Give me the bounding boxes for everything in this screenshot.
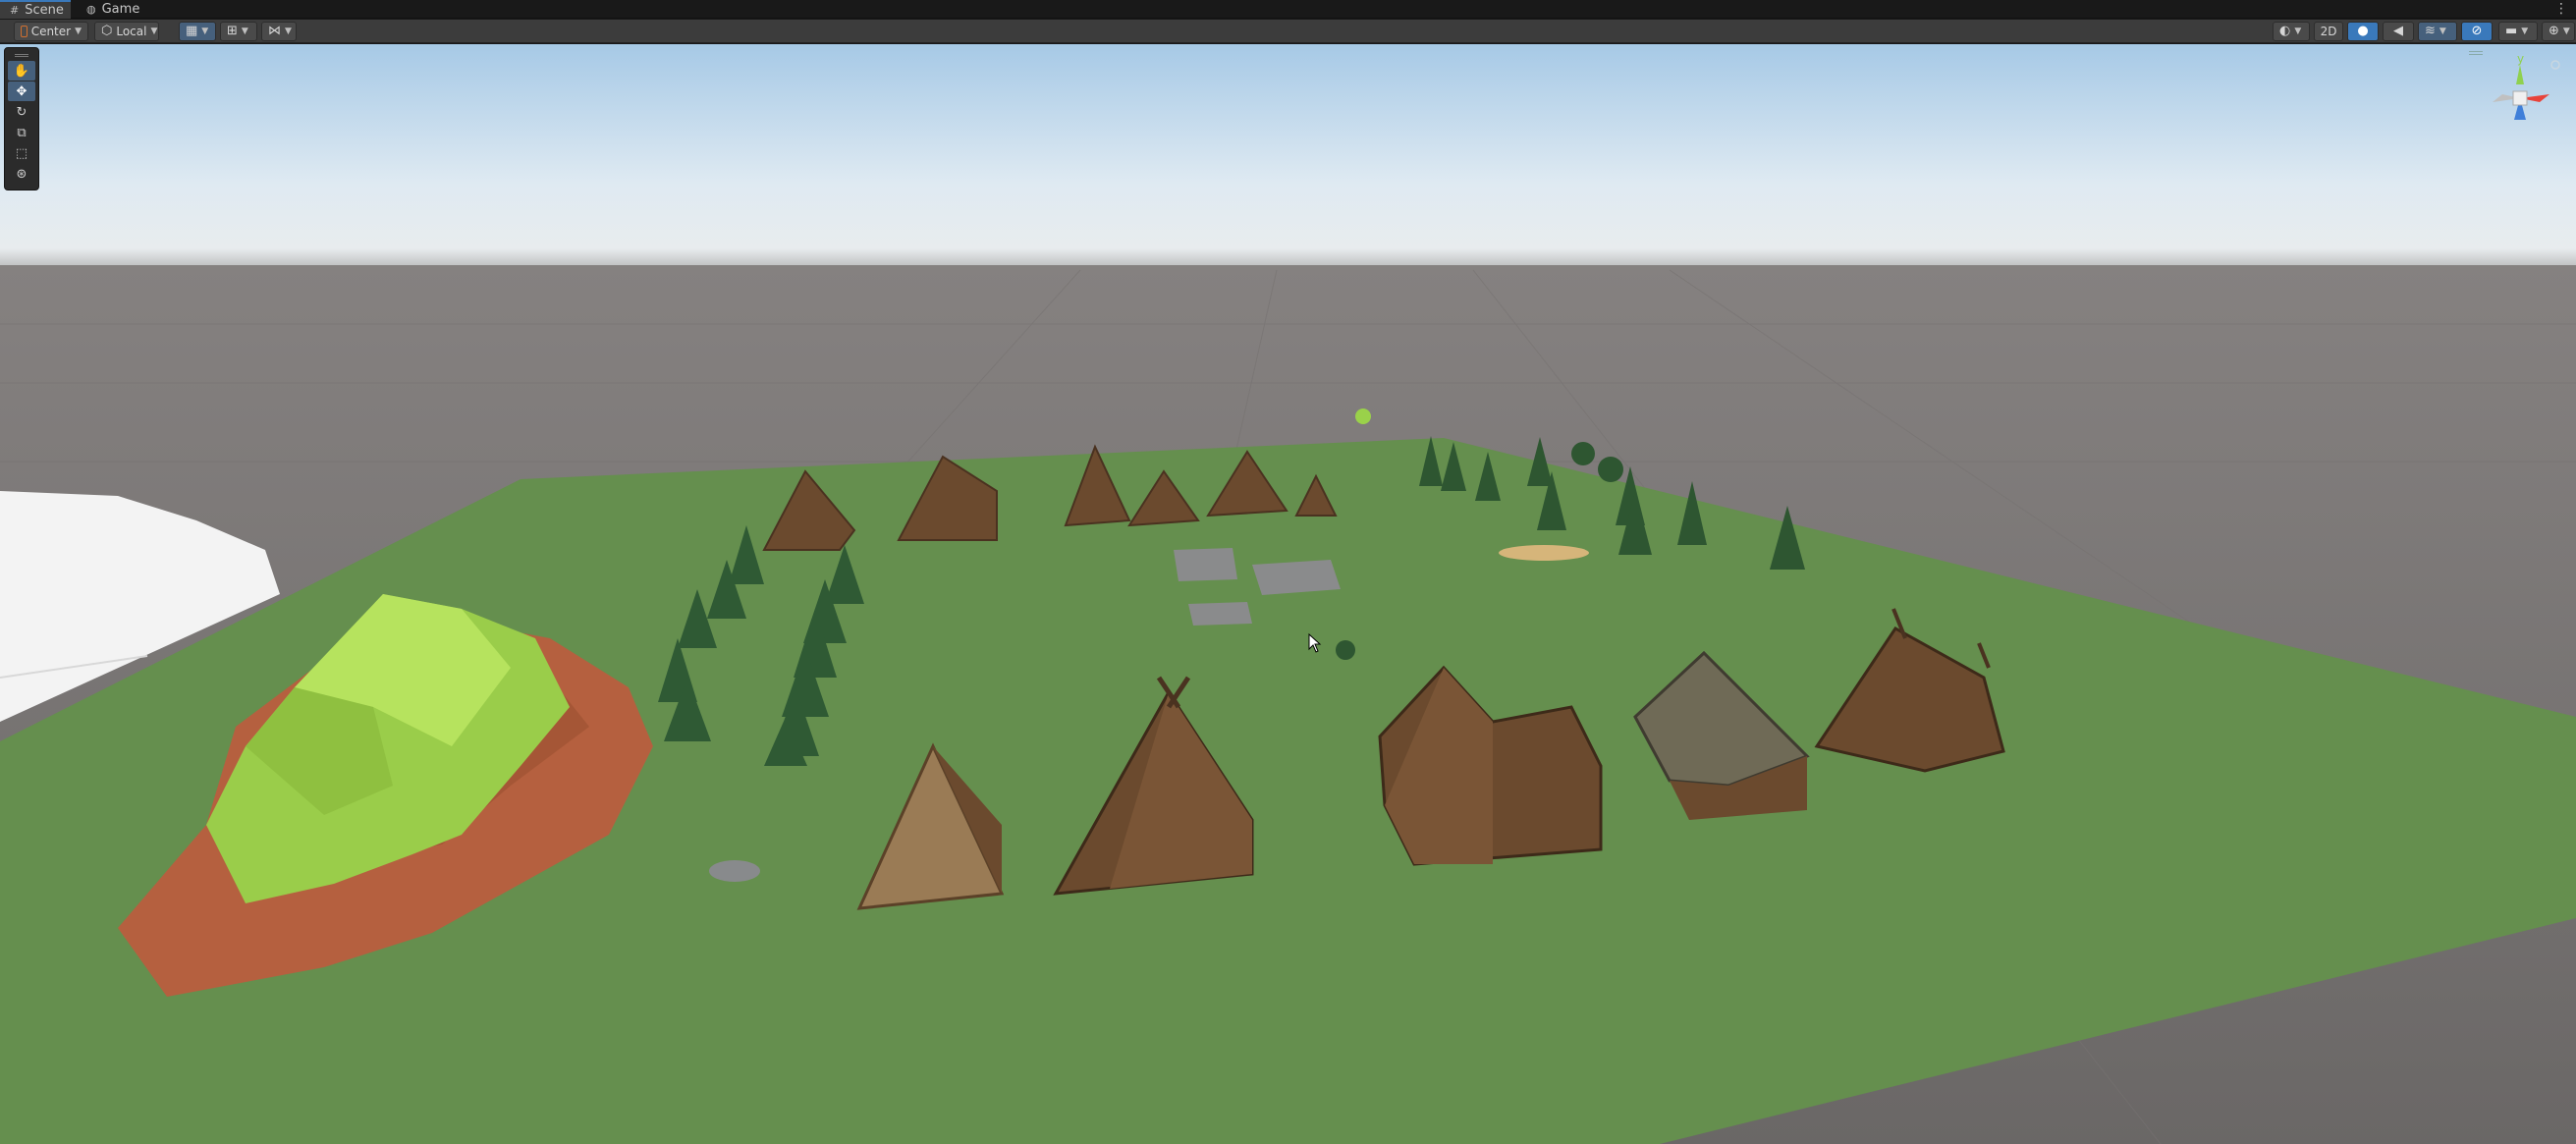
draw-mode-dropdown[interactable]: ◐ ▼ — [2273, 22, 2310, 41]
sky — [0, 44, 2576, 300]
grid-icon: ⊞ — [227, 24, 238, 38]
scene-toolbar: Center ▼ ⬡ Local ▼ ▦ ▼ ⊞ ▼ ⋈ ▼ ◐ ▼ 2D ● … — [0, 20, 2576, 43]
view-tab-bar: # Scene ◍ Game ⋮ — [0, 0, 2576, 19]
tab-scene[interactable]: # Scene — [0, 0, 71, 19]
palette-grip[interactable] — [15, 54, 28, 57]
camera-settings-dropdown[interactable]: ▬ ▼ — [2498, 22, 2538, 41]
scene-render — [0, 44, 2576, 1144]
hand-icon: ✋ — [13, 63, 30, 79]
grid-snapping-toggle[interactable]: ▦ ▼ — [179, 22, 216, 41]
pivot-center-dropdown[interactable]: Center ▼ — [14, 22, 88, 41]
light-bulb-icon: ● — [2357, 24, 2369, 38]
effects-layers-icon: ≋ — [2425, 24, 2436, 38]
snap-increment-icon: ⋈ — [268, 24, 281, 38]
chevron-down-icon: ▼ — [75, 27, 82, 36]
shaded-sphere-icon: ◐ — [2279, 24, 2291, 38]
chevron-down-icon: ▼ — [150, 27, 158, 36]
tab-scene-label: Scene — [25, 3, 64, 18]
rect-transform-icon: ⬚ — [15, 145, 28, 161]
more-options-icon[interactable]: ⋮ — [2554, 0, 2568, 19]
gizmo-center-cube[interactable] — [2512, 90, 2528, 106]
transform-icon: ⊛ — [16, 166, 27, 182]
scene-grid-icon: # — [10, 3, 20, 17]
chevron-down-icon: ▼ — [2294, 27, 2302, 36]
chevron-down-icon: ▼ — [285, 27, 292, 36]
rotate-icon: ↻ — [16, 104, 27, 120]
rock — [709, 860, 760, 882]
chevron-down-icon: ▼ — [201, 27, 209, 36]
gizmo-globe-icon: ⊕ — [2549, 24, 2559, 38]
toggle-2d-button[interactable]: 2D — [2314, 22, 2343, 41]
chevron-down-icon: ▼ — [241, 27, 248, 36]
tab-game[interactable]: ◍ Game — [77, 0, 145, 19]
transform-tools-palette: ✋ ✥ ↻ ⧉ ⬚ ⊛ — [4, 47, 39, 191]
scale-tool-button[interactable]: ⧉ — [8, 123, 35, 142]
local-space-icon: ⬡ — [101, 24, 113, 38]
gizmos-dropdown[interactable]: ⊕ ▼ — [2542, 22, 2575, 41]
speaker-muted-icon: ◀ — [2393, 24, 2403, 38]
tab-game-label: Game — [101, 2, 140, 17]
grid-visibility-dropdown[interactable]: ⊞ ▼ — [220, 22, 257, 41]
gamepad-icon: ◍ — [86, 2, 96, 16]
chevron-down-icon: ▼ — [2439, 27, 2446, 36]
eye-slash-icon: ⊘ — [2471, 24, 2483, 38]
gizmo-y-label: y — [2517, 52, 2524, 66]
increment-snap-dropdown[interactable]: ⋈ ▼ — [261, 22, 297, 41]
rotate-tool-button[interactable]: ↻ — [8, 102, 35, 122]
scale-icon: ⧉ — [17, 125, 27, 140]
gizmo-lock-icon[interactable] — [2550, 60, 2560, 70]
lighting-toggle[interactable]: ● — [2347, 22, 2379, 41]
orientation-gizmo[interactable]: y — [2475, 51, 2563, 159]
effects-dropdown[interactable]: ≋ ▼ — [2418, 22, 2457, 41]
move-arrows-icon: ✥ — [16, 83, 27, 99]
pivot-label: Center — [30, 25, 72, 38]
scene-visibility-toggle[interactable]: ⊘ — [2461, 22, 2493, 41]
gizmo-y-axis[interactable] — [2516, 65, 2524, 84]
pivot-icon — [21, 26, 27, 37]
mouse-cursor-icon — [1308, 633, 1322, 653]
log-pile — [1499, 545, 1589, 561]
transform-tool-button[interactable]: ⊛ — [8, 164, 35, 184]
small-tree — [1355, 409, 1371, 424]
chevron-down-icon: ▼ — [2562, 27, 2570, 36]
hand-tool-button[interactable]: ✋ — [8, 61, 35, 81]
camera-icon: ▬ — [2505, 24, 2518, 38]
rect-tool-button[interactable]: ⬚ — [8, 143, 35, 163]
move-tool-button[interactable]: ✥ — [8, 82, 35, 101]
grid-snap-icon: ▦ — [186, 24, 198, 38]
audio-toggle[interactable]: ◀ — [2383, 22, 2414, 41]
pivot-space-dropdown[interactable]: ⬡ Local ▼ — [94, 22, 159, 41]
chevron-down-icon: ▼ — [2521, 27, 2529, 36]
space-label: Local — [116, 25, 147, 38]
toggle-2d-label: 2D — [2320, 25, 2337, 38]
scene-viewport[interactable] — [0, 44, 2576, 1144]
